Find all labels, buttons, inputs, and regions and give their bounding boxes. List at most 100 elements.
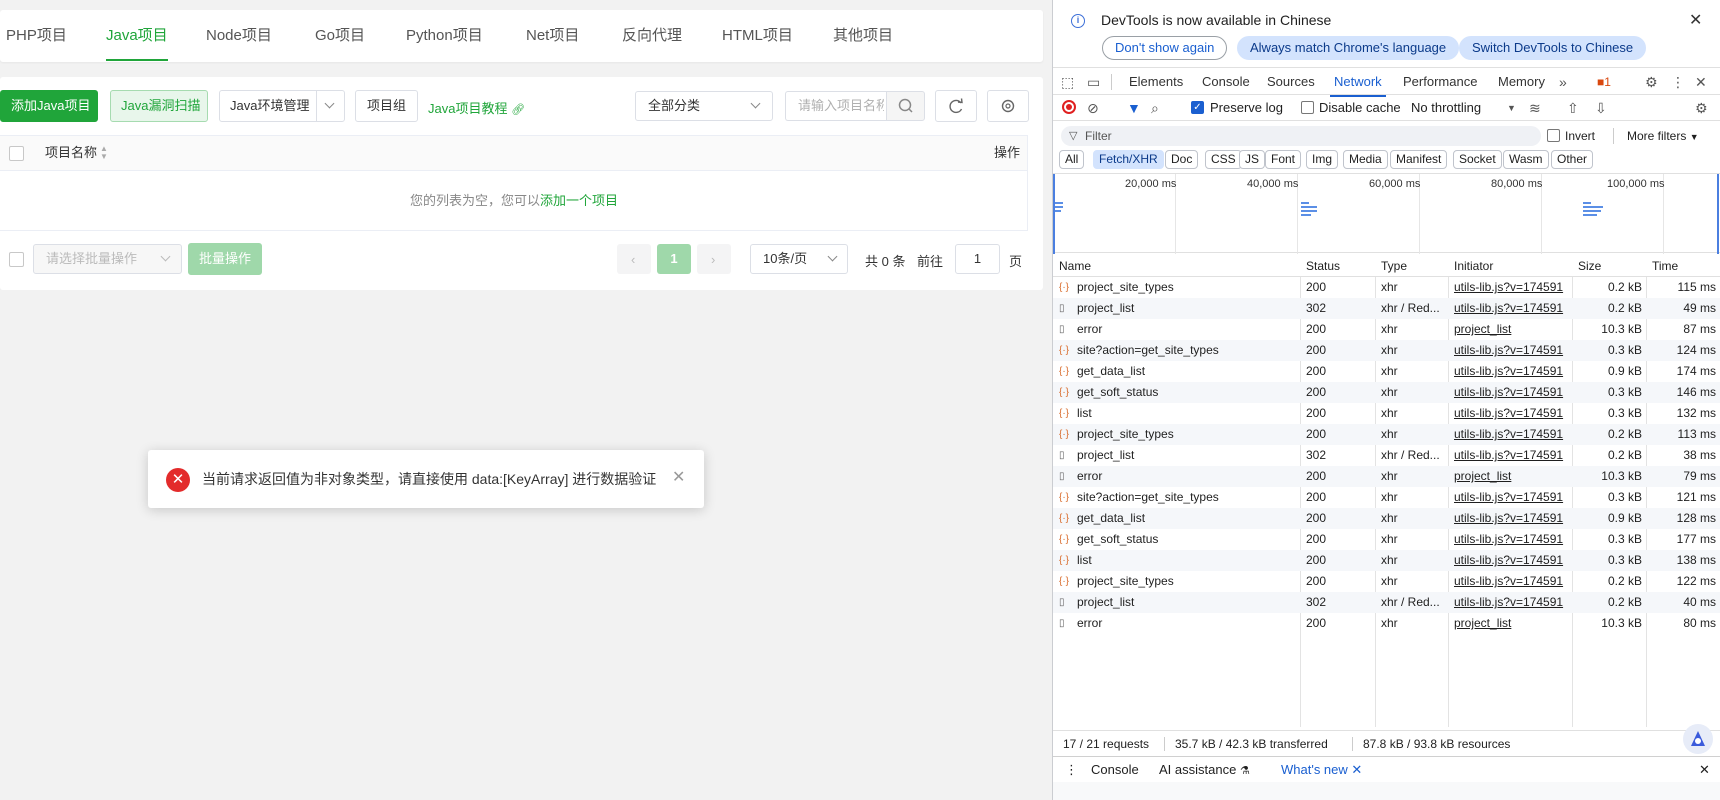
request-initiator[interactable]: utils-lib.js?v=174591 [1454,445,1570,466]
request-name[interactable]: error [1077,613,1297,634]
request-row[interactable]: ▯ project_list 302 xhr / Red... utils-lib.js… [1053,298,1720,319]
close-icon[interactable]: ✕ [1689,10,1702,30]
request-name[interactable]: list [1077,550,1297,571]
download-icon[interactable]: ⇩ [1595,95,1607,121]
request-row[interactable]: ▯ project_list 302 xhr / Red... utils-lib.js… [1053,445,1720,466]
page-number-current[interactable]: 1 [657,244,691,274]
request-initiator[interactable]: utils-lib.js?v=174591 [1454,550,1570,571]
tab-php[interactable]: PHP项目 [6,10,67,62]
close-icon[interactable]: ✕ [1695,68,1707,96]
request-name[interactable]: error [1077,466,1297,487]
request-initiator[interactable]: utils-lib.js?v=174591 [1454,424,1570,445]
request-initiator[interactable]: utils-lib.js?v=174591 [1454,592,1570,613]
request-name[interactable]: project_site_types [1077,424,1297,445]
request-row[interactable]: {·} list 200 xhr utils-lib.js?v=174591 0.3 kB… [1053,403,1720,424]
chip-socket[interactable]: Socket [1453,150,1502,169]
request-initiator[interactable]: utils-lib.js?v=174591 [1454,340,1570,361]
request-initiator[interactable]: utils-lib.js?v=174591 [1454,277,1570,298]
clear-icon[interactable]: ⊘ [1087,95,1099,121]
request-initiator[interactable]: utils-lib.js?v=174591 [1454,403,1570,424]
always-match-language-button[interactable]: Always match Chrome's language [1237,36,1460,60]
close-icon[interactable]: ✕ [1351,762,1362,777]
chip-wasm[interactable]: Wasm [1503,150,1549,169]
tab-reverse-proxy[interactable]: 反向代理 [622,10,682,62]
drawer-tab-ai-assistance[interactable]: AI assistance ⚗ [1159,757,1250,784]
inspect-element-icon[interactable]: ⬚ [1061,68,1074,96]
close-drawer-icon[interactable]: ✕ [1699,757,1710,783]
chip-all[interactable]: All [1059,150,1085,169]
request-row[interactable]: {·} site?action=get_site_types 200 xhr utils… [1053,340,1720,361]
tab-memory[interactable]: Memory [1498,68,1545,96]
project-group-button[interactable]: 项目组 [355,90,418,122]
disable-cache-checkbox[interactable] [1301,101,1314,114]
ai-assistant-fab[interactable] [1683,724,1713,754]
search-input[interactable]: 请输入项目名称 [785,91,886,121]
request-name[interactable]: site?action=get_site_types [1077,487,1297,508]
request-name[interactable]: project_site_types [1077,277,1297,298]
batch-operation-select[interactable]: 请选择批量操作 [33,244,182,274]
goto-page-input[interactable]: 1 [955,244,1000,274]
batch-checkbox[interactable] [9,252,24,267]
filter-input[interactable]: ▽ Filter [1061,126,1541,146]
request-initiator[interactable]: utils-lib.js?v=174591 [1454,487,1570,508]
request-initiator[interactable]: utils-lib.js?v=174591 [1454,529,1570,550]
tab-html[interactable]: HTML项目 [722,10,793,62]
request-row[interactable]: {·} project_site_types 200 xhr utils-lib.js?… [1053,424,1720,445]
search-icon[interactable]: ⌕ [1151,95,1159,121]
request-row[interactable]: ▯ error 200 xhr project_list 10.3 kB 79 ms [1053,466,1720,487]
request-name[interactable]: project_list [1077,445,1297,466]
col-project-name[interactable]: 项目名称 [45,136,97,170]
chevron-down-icon[interactable] [324,98,335,109]
sort-icon[interactable]: ▲ ▼ [100,145,108,161]
more-tabs-icon[interactable]: » [1559,68,1567,96]
tab-console[interactable]: Console [1202,68,1250,96]
record-icon[interactable] [1062,100,1076,114]
tab-net[interactable]: Net项目 [526,10,579,62]
request-initiator[interactable]: project_list [1454,319,1570,340]
settings-button[interactable] [987,90,1029,122]
request-name[interactable]: get_soft_status [1077,529,1297,550]
col-time[interactable]: Time [1652,255,1678,277]
add-java-project-button[interactable]: 添加Java项目 [0,90,98,122]
network-conditions-icon[interactable]: ≋ [1529,95,1541,121]
invert-checkbox[interactable] [1547,129,1560,142]
request-name[interactable]: site?action=get_site_types [1077,340,1297,361]
issues-badge[interactable]: ■1 [1597,68,1611,96]
toast-close-icon[interactable]: ✕ [672,450,685,506]
add-project-link[interactable]: 添加一个项目 [540,193,618,208]
request-initiator[interactable]: project_list [1454,613,1570,634]
request-initiator[interactable]: utils-lib.js?v=174591 [1454,508,1570,529]
request-initiator[interactable]: utils-lib.js?v=174591 [1454,298,1570,319]
tab-performance[interactable]: Performance [1403,68,1477,96]
tab-python[interactable]: Python项目 [406,10,483,62]
chip-manifest[interactable]: Manifest [1390,150,1448,169]
network-overview[interactable]: 20,000 ms 40,000 ms 60,000 ms 80,000 ms … [1053,173,1720,254]
chip-js[interactable]: JS [1239,150,1266,169]
request-row[interactable]: {·} project_site_types 200 xhr utils-lib.js?… [1053,277,1720,298]
col-name[interactable]: Name [1059,255,1091,277]
chip-img[interactable]: Img [1306,150,1339,169]
request-initiator[interactable]: utils-lib.js?v=174591 [1454,382,1570,403]
select-all-checkbox[interactable] [9,146,24,161]
chip-other[interactable]: Other [1551,150,1594,169]
switch-to-chinese-button[interactable]: Switch DevTools to Chinese [1459,36,1647,60]
java-vuln-scan-button[interactable]: Java漏洞扫描 [110,90,208,122]
drawer-tab-whats-new[interactable]: What's new ✕ [1276,757,1367,784]
tab-sources[interactable]: Sources [1267,68,1315,96]
gear-icon[interactable]: ⚙ [1695,95,1708,121]
tab-network[interactable]: Network [1330,68,1386,97]
chevron-down-icon[interactable]: ▼ [1507,95,1516,121]
col-size[interactable]: Size [1578,255,1601,277]
request-name[interactable]: error [1077,319,1297,340]
tab-elements[interactable]: Elements [1129,68,1183,96]
request-row[interactable]: {·} get_data_list 200 xhr utils-lib.js?v=174… [1053,508,1720,529]
col-initiator[interactable]: Initiator [1454,255,1493,277]
request-name[interactable]: get_soft_status [1077,382,1297,403]
upload-icon[interactable]: ⇧ [1567,95,1579,121]
throttling-select[interactable]: No throttling [1411,95,1481,121]
request-row[interactable]: {·} get_soft_status 200 xhr utils-lib.js?v=1… [1053,529,1720,550]
col-type[interactable]: Type [1381,255,1407,277]
dont-show-again-button[interactable]: Don't show again [1102,36,1228,60]
drawer-tab-console[interactable]: Console [1091,757,1139,783]
device-toolbar-icon[interactable]: ▭ [1087,68,1100,96]
